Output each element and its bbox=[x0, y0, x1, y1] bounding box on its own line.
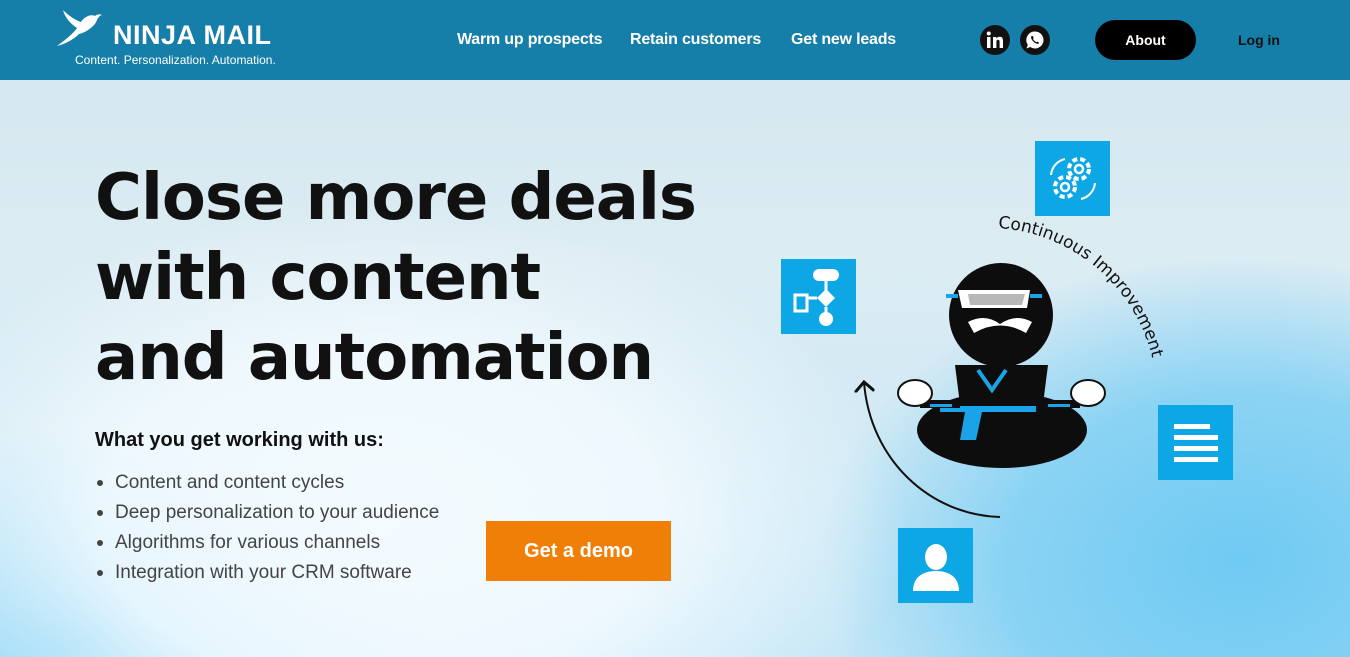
benefits-heading: What you get working with us: bbox=[95, 429, 384, 451]
benefits-list: Content and content cycles Deep personal… bbox=[95, 468, 439, 588]
linkedin-glyph bbox=[986, 31, 1003, 48]
brand-name: NINJA MAIL bbox=[113, 20, 272, 50]
user-icon bbox=[898, 528, 973, 603]
hero-headline: Close more deals with content and automa… bbox=[95, 158, 735, 398]
login-link[interactable]: Log in bbox=[1238, 32, 1280, 48]
about-button[interactable]: About bbox=[1095, 20, 1196, 60]
benefit-item: Content and content cycles bbox=[95, 468, 439, 498]
continuous-improvement-illustration: Continuous Improvement bbox=[760, 130, 1260, 620]
document-lines-glyph bbox=[1173, 423, 1218, 462]
linkedin-icon[interactable] bbox=[980, 25, 1010, 55]
gears-glyph bbox=[1049, 156, 1096, 200]
headline-line-3: and automation bbox=[95, 321, 654, 395]
benefit-item: Algorithms for various channels bbox=[95, 528, 439, 558]
headline-line-1: Close more deals bbox=[95, 161, 697, 235]
nav-link-retain-customers[interactable]: Retain customers bbox=[630, 31, 761, 49]
user-glyph bbox=[912, 543, 959, 591]
benefit-item: Integration with your CRM software bbox=[95, 558, 439, 588]
whatsapp-glyph bbox=[1026, 31, 1044, 49]
ninja-mascot bbox=[897, 263, 1106, 468]
top-navigation-bar: NINJA MAIL Content. Personalization. Aut… bbox=[0, 0, 1350, 80]
bird-icon bbox=[57, 10, 102, 46]
benefit-item: Deep personalization to your audience bbox=[95, 498, 439, 528]
document-lines-icon bbox=[1158, 405, 1233, 480]
nav-link-warm-up-prospects[interactable]: Warm up prospects bbox=[457, 31, 603, 49]
flowchart-icon bbox=[781, 259, 856, 334]
whatsapp-icon[interactable] bbox=[1020, 25, 1050, 55]
illustration-canvas: Continuous Improvement bbox=[760, 213, 1167, 518]
get-a-demo-button[interactable]: Get a demo bbox=[486, 521, 671, 581]
flowchart-glyph bbox=[793, 268, 839, 326]
brand-logo[interactable]: NINJA MAIL Content. Personalization. Aut… bbox=[55, 8, 295, 70]
headline-line-2: with content bbox=[95, 241, 541, 315]
brand-tagline: Content. Personalization. Automation. bbox=[75, 53, 276, 67]
gears-cycle-icon bbox=[1035, 141, 1110, 216]
nav-link-get-new-leads[interactable]: Get new leads bbox=[791, 31, 896, 49]
